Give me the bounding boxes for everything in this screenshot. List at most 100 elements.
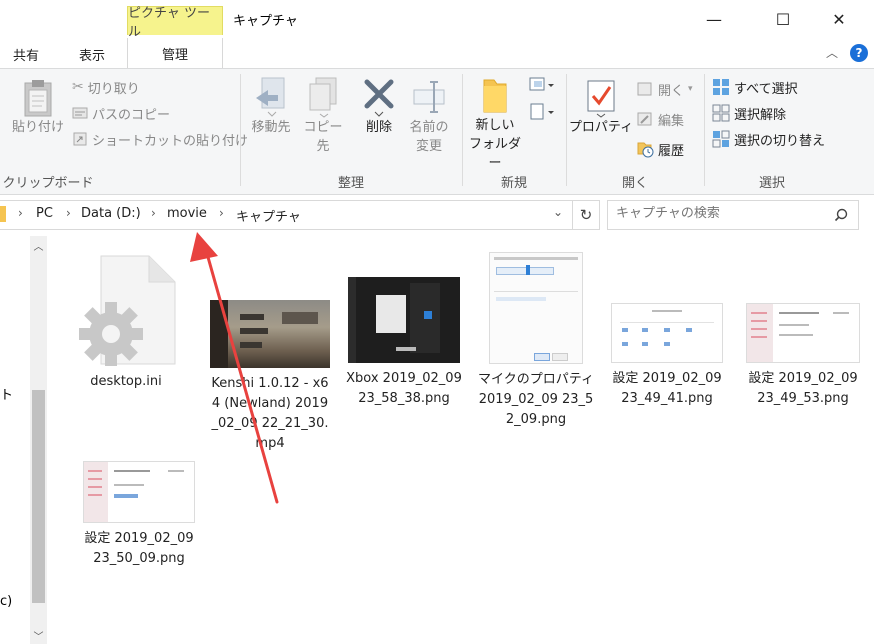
paste-shortcut-button[interactable]: ショートカットの貼り付け	[72, 128, 248, 150]
properties-label: プロパティ	[568, 120, 634, 135]
breadcrumb-chevron-icon: ›	[18, 206, 23, 220]
group-label-open: 開く	[621, 176, 648, 191]
history-label: 履歴	[658, 143, 685, 159]
select-all-button[interactable]: すべて選択	[712, 76, 798, 98]
minimize-button[interactable]: —	[691, 0, 737, 38]
history-icon	[637, 142, 654, 158]
select-all-icon	[713, 79, 729, 95]
rename-button[interactable]: 名前の 変更	[404, 76, 454, 156]
maximize-button[interactable]: ☐	[760, 0, 806, 38]
select-all-label: すべて選択	[734, 81, 798, 97]
clipboard-icon	[24, 80, 52, 117]
paste-button[interactable]: 貼り付け	[8, 78, 68, 137]
open-label: 開く	[658, 83, 685, 99]
file-item[interactable]: desktop.ini	[67, 254, 185, 392]
new-folder-label-1: 新しい	[475, 118, 515, 133]
scroll-up-icon[interactable]: ︿	[30, 238, 47, 253]
file-name: Kenshi 1.0.12 - x64 (Newland) 2019_02_09…	[211, 376, 329, 451]
search-input[interactable]	[616, 206, 826, 221]
paste-shortcut-label: ショートカットの貼り付け	[92, 133, 249, 149]
properties-button[interactable]: プロパティ	[568, 76, 634, 137]
address-dropdown-icon[interactable]: ⌄	[553, 205, 563, 219]
select-none-button[interactable]: 選択解除	[712, 102, 786, 124]
copy-path-icon	[72, 107, 88, 119]
chevron-down-icon: ▾	[688, 84, 693, 94]
breadcrumb-item-current[interactable]: キャプチャ	[236, 206, 301, 225]
file-item[interactable]: マイクのプロパティ 2019_02_09 23_52_09.png	[477, 252, 595, 430]
invert-selection-label: 選択の切り替え	[734, 133, 826, 149]
history-button[interactable]: 履歴	[636, 138, 684, 160]
open-icon	[637, 82, 652, 96]
scroll-down-icon[interactable]: ﹀	[30, 628, 47, 643]
invert-selection-button[interactable]: 選択の切り替え	[712, 128, 825, 150]
new-item-button[interactable]	[528, 76, 556, 97]
settings-file-icon	[79, 255, 176, 366]
folder-icon	[0, 206, 6, 222]
file-item[interactable]: Xbox 2019_02_09 23_58_38.png	[345, 277, 463, 409]
copy-to-button[interactable]: コピー先	[298, 76, 348, 156]
move-to-button[interactable]: 移動先	[246, 76, 296, 137]
properties-icon	[587, 80, 615, 118]
collapse-ribbon-icon[interactable]: ︿	[826, 44, 838, 61]
file-item[interactable]: 設定 2019_02_09 23_49_53.png	[744, 303, 862, 409]
tab-view[interactable]: 表示	[62, 40, 122, 68]
help-icon[interactable]: ?	[850, 44, 868, 62]
edit-button[interactable]: 編集	[636, 108, 684, 130]
group-separator	[704, 74, 705, 186]
edit-label: 編集	[658, 113, 685, 129]
delete-button[interactable]: 削除	[354, 76, 404, 137]
move-to-label: 移動先	[251, 120, 291, 135]
new-folder-button[interactable]: 新しい フォルダー	[466, 76, 524, 173]
breadcrumb-item[interactable]: PC	[36, 206, 53, 221]
invert-selection-icon	[712, 130, 730, 148]
copy-path-label: パスのコピー	[92, 107, 171, 123]
shortcut-icon	[73, 132, 87, 146]
search-box[interactable]	[607, 200, 859, 230]
group-label-select: 選択	[758, 176, 785, 191]
nav-item-fragment[interactable]: ト	[0, 384, 13, 403]
breadcrumb-item[interactable]: Data (D:)	[81, 206, 141, 221]
file-name: 設定 2019_02_09 23_49_41.png	[612, 371, 722, 406]
file-name: 設定 2019_02_09 23_50_09.png	[84, 531, 194, 566]
file-name: desktop.ini	[90, 374, 162, 389]
cut-label: 切り取り	[87, 81, 140, 97]
easy-access-icon	[530, 103, 554, 120]
rename-icon	[413, 81, 445, 113]
image-thumbnail	[348, 277, 460, 363]
file-item[interactable]: 設定 2019_02_09 23_49_41.png	[608, 303, 726, 409]
new-item-icon	[529, 77, 554, 91]
image-thumbnail	[746, 303, 860, 363]
cut-button[interactable]: ✂ 切り取り	[72, 76, 140, 98]
rename-label-2: 変更	[415, 139, 442, 154]
tab-manage[interactable]: 管理	[127, 38, 223, 68]
breadcrumb-item[interactable]: movie	[167, 206, 207, 221]
tab-share[interactable]: 共有	[0, 40, 52, 68]
group-separator	[462, 74, 463, 186]
file-name: Xbox 2019_02_09 23_58_38.png	[346, 371, 462, 406]
image-thumbnail	[489, 252, 583, 364]
group-label-clipboard: クリップボード	[2, 176, 94, 191]
window-title: キャプチャ	[233, 14, 298, 29]
file-item[interactable]: 設定 2019_02_09 23_50_09.png	[80, 461, 198, 569]
refresh-icon[interactable]: ↻	[572, 200, 600, 230]
search-icon[interactable]	[834, 208, 848, 222]
file-item[interactable]: Kenshi 1.0.12 - x64 (Newland) 2019_02_09…	[210, 300, 330, 454]
easy-access-button[interactable]	[528, 102, 556, 125]
open-button[interactable]: 開く ▾	[636, 78, 693, 100]
image-thumbnail	[83, 461, 195, 523]
delete-label: 削除	[365, 120, 392, 135]
context-tab-picture-tools: ピクチャ ツール	[127, 6, 223, 40]
group-separator	[566, 74, 567, 186]
nav-scrollbar-thumb[interactable]	[32, 390, 45, 603]
new-folder-icon	[483, 79, 507, 113]
close-button[interactable]: ✕	[816, 0, 862, 38]
nav-item-fragment[interactable]: c)	[0, 594, 12, 609]
breadcrumb-chevron-icon: ›	[219, 206, 224, 220]
file-name: マイクのプロパティ 2019_02_09 23_52_09.png	[478, 372, 594, 427]
copy-to-icon	[309, 77, 337, 118]
file-name: 設定 2019_02_09 23_49_53.png	[748, 371, 858, 406]
copy-path-button[interactable]: パスのコピー	[72, 102, 170, 124]
select-none-icon	[712, 104, 730, 122]
navigation-pane[interactable]	[0, 236, 30, 644]
edit-icon	[637, 112, 652, 126]
